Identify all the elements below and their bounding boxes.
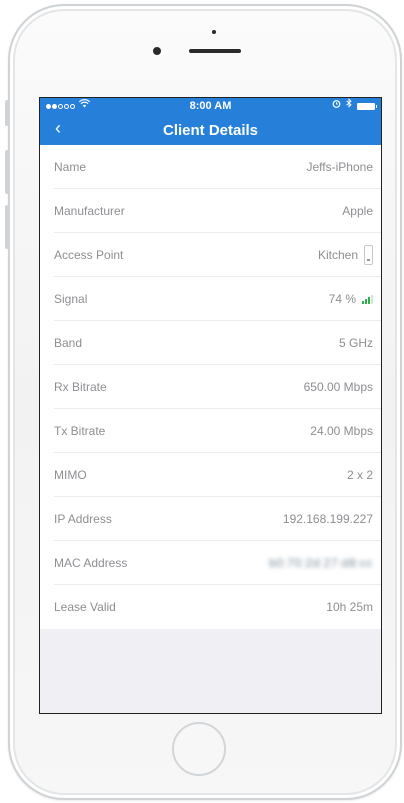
detail-row-access-point[interactable]: Access Point Kitchen [40, 233, 381, 277]
detail-label: Tx Bitrate [54, 424, 106, 438]
detail-value: 24.00 Mbps [310, 424, 373, 438]
detail-value: Jeffs-iPhone [306, 160, 374, 174]
detail-row-lease-valid: Lease Valid 10h 25m [40, 585, 381, 629]
signal-bars-icon [362, 294, 373, 304]
detail-value: 650.00 Mbps [303, 380, 373, 394]
detail-value: Kitchen [317, 248, 358, 262]
status-icons [332, 98, 377, 114]
alarm-icon [332, 98, 341, 114]
detail-value-group: 74 % [329, 292, 373, 306]
detail-row-rx-bitrate: Rx Bitrate 650.00 Mbps [40, 365, 381, 409]
detail-value: 5 GHz [338, 336, 373, 350]
detail-label: Rx Bitrate [54, 380, 107, 394]
phone-screen: 8:00 AM ‹ Client Details Name Jeffs-iPho… [39, 97, 382, 714]
detail-value-group: Kitchen [318, 245, 373, 265]
detail-value: 10h 25m [326, 600, 373, 614]
detail-value: 74 % [328, 292, 356, 306]
detail-label: MAC Address [54, 556, 128, 570]
navigation-bar: ‹ Client Details [40, 114, 381, 145]
proximity-sensor [212, 30, 216, 34]
detail-value: Apple [342, 204, 373, 218]
detail-label: Signal [54, 292, 88, 306]
detail-row-name: Name Jeffs-iPhone [40, 145, 381, 189]
detail-value-redacted: b0:70:2d:27:d8:cc [269, 556, 373, 570]
detail-row-ip-address: IP Address 192.168.199.227 [40, 497, 381, 541]
earpiece-speaker [189, 49, 241, 53]
home-button[interactable] [172, 722, 226, 776]
client-details-list: Name Jeffs-iPhone Manufacturer Apple Acc… [40, 145, 381, 629]
detail-label: Lease Valid [54, 600, 116, 614]
bluetooth-icon [346, 98, 352, 114]
detail-value: 192.168.199.227 [282, 512, 373, 526]
app-header: 8:00 AM ‹ Client Details [40, 98, 381, 145]
access-point-icon [364, 245, 373, 265]
page-title: Client Details [162, 122, 259, 139]
volume-up-button [5, 150, 9, 194]
detail-row-mac-address: MAC Address b0:70:2d:27:d8:cc [40, 541, 381, 585]
detail-row-manufacturer: Manufacturer Apple [40, 189, 381, 233]
mute-switch [5, 100, 9, 126]
battery-icon [357, 102, 377, 110]
detail-row-signal: Signal 74 % [40, 277, 381, 321]
detail-row-band: Band 5 GHz [40, 321, 381, 365]
detail-label: Manufacturer [54, 204, 125, 218]
status-bar: 8:00 AM [40, 98, 381, 114]
detail-value: 2 x 2 [346, 468, 373, 482]
detail-label: Access Point [54, 248, 124, 262]
detail-row-mimo: MIMO 2 x 2 [40, 453, 381, 497]
front-camera [153, 47, 161, 55]
status-time: 8:00 AM [189, 100, 232, 112]
detail-row-tx-bitrate: Tx Bitrate 24.00 Mbps [40, 409, 381, 453]
detail-label: MIMO [54, 468, 87, 482]
volume-down-button [5, 205, 9, 249]
detail-label: Name [54, 160, 87, 174]
detail-label: Band [54, 336, 83, 350]
detail-label: IP Address [54, 512, 112, 526]
